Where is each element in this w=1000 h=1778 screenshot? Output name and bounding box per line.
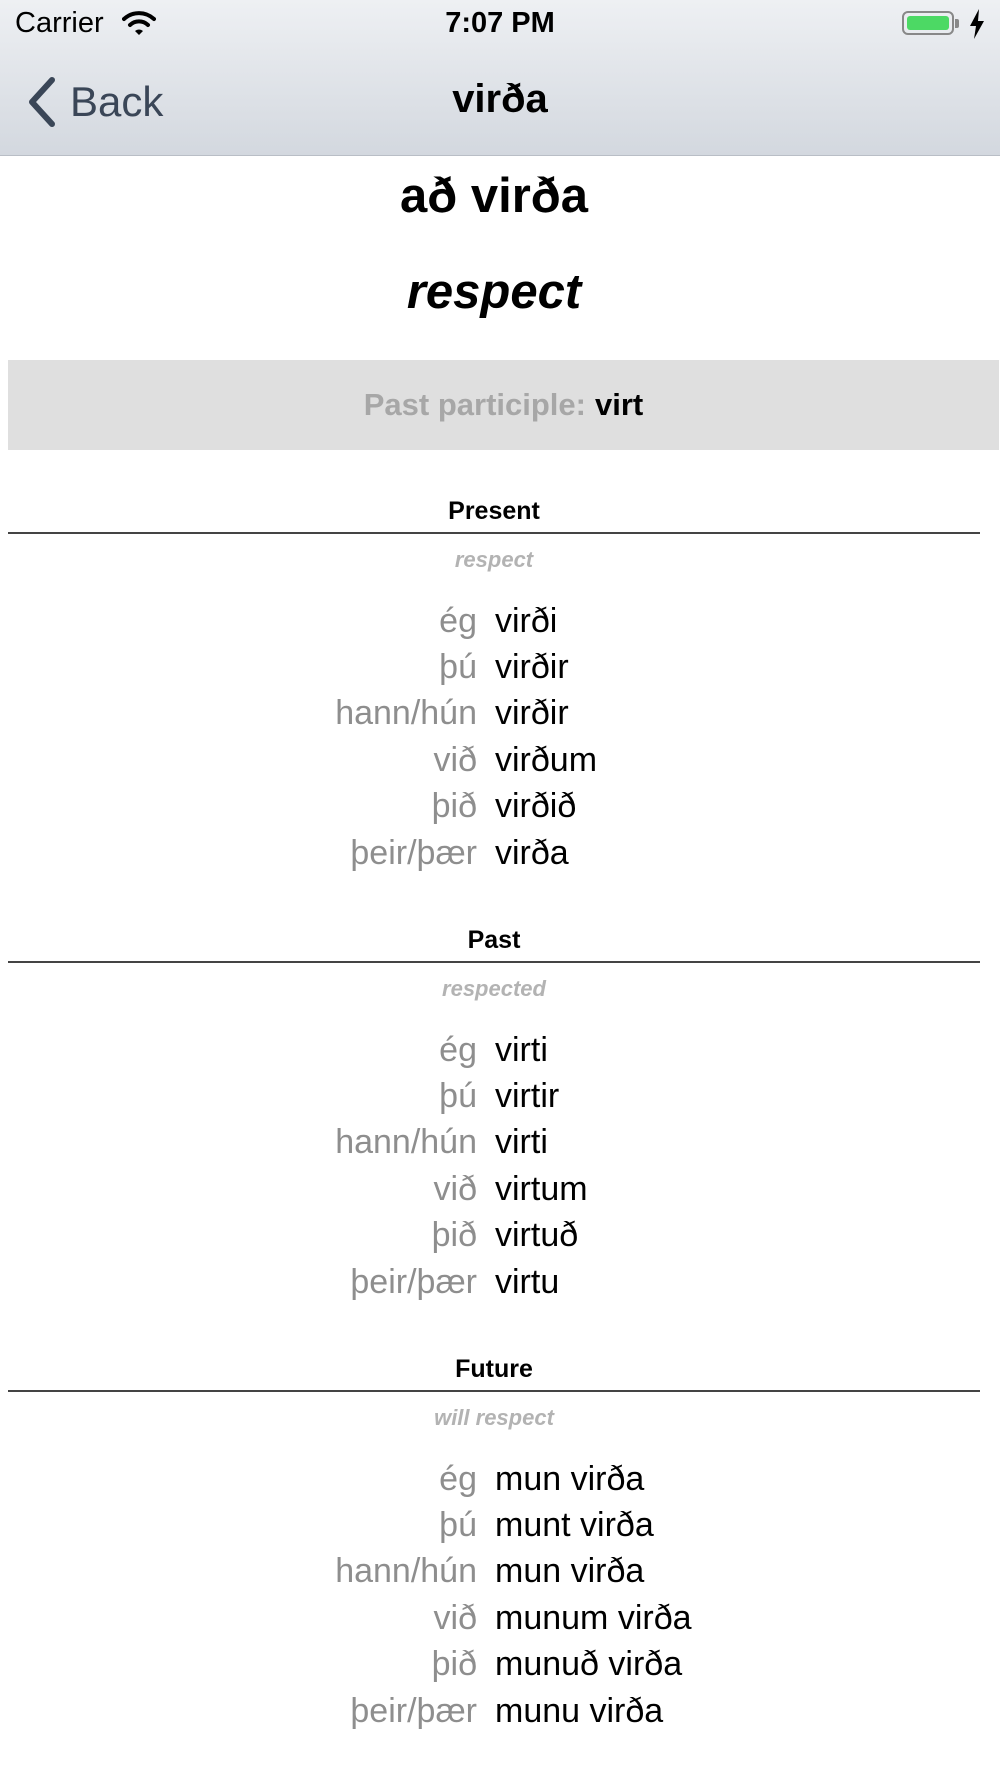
pronoun: við bbox=[433, 740, 477, 779]
pronoun: þeir/þær bbox=[350, 1262, 477, 1301]
conjugation-row: þeir/þær virða bbox=[0, 830, 1000, 876]
pronoun: þeir/þær bbox=[350, 833, 477, 872]
battery-level bbox=[907, 16, 949, 30]
verb-form: virðir bbox=[495, 648, 569, 687]
pronoun: við bbox=[433, 1598, 477, 1637]
past-participle-label: Past participle: bbox=[363, 387, 586, 422]
verb-form: virtu bbox=[495, 1262, 560, 1301]
charging-bolt-icon bbox=[970, 9, 984, 39]
verb-form: virtir bbox=[495, 1077, 560, 1116]
verb-form: mun virða bbox=[495, 1459, 645, 1498]
verb-form: virti bbox=[495, 1030, 548, 1069]
verb-form: virtuð bbox=[495, 1216, 579, 1255]
verb-translation: respect bbox=[406, 265, 582, 319]
conjugation-row: ég virti bbox=[0, 1027, 1000, 1073]
tense-divider bbox=[8, 532, 980, 534]
verb-form: munt virða bbox=[495, 1506, 654, 1545]
tense-divider bbox=[8, 961, 980, 963]
conjugation-row: hann/hún mun virða bbox=[0, 1549, 1000, 1595]
pronoun: þeir/þær bbox=[350, 1691, 477, 1730]
pronoun: hann/hún bbox=[335, 1552, 477, 1591]
pronoun: þú bbox=[439, 648, 477, 687]
verb-form: virða bbox=[495, 833, 569, 872]
pronoun: þið bbox=[431, 787, 477, 826]
pronoun: við bbox=[433, 1169, 477, 1208]
conjugation-row: við munum virða bbox=[0, 1595, 1000, 1641]
verb-form: munum virða bbox=[495, 1598, 692, 1637]
verb-infinitive: að virða bbox=[400, 169, 588, 223]
pronoun: þú bbox=[439, 1077, 477, 1116]
tense-gloss: respected bbox=[442, 976, 546, 1001]
conjugation-row: þú virtir bbox=[0, 1073, 1000, 1119]
verb-form: virti bbox=[495, 1123, 548, 1162]
pronoun: ég bbox=[439, 1459, 477, 1498]
navigation-bar: Back virða bbox=[0, 50, 1000, 155]
past-participle-value: virt bbox=[595, 387, 644, 422]
conjugation-list: ég virti þú virtir hann/hún virti við virtum… bbox=[0, 1027, 1000, 1305]
conjugation-row: þú virðir bbox=[0, 644, 1000, 690]
verb-form: virðir bbox=[495, 694, 569, 733]
verb-form: mun virða bbox=[495, 1552, 645, 1591]
top-bar: Carrier 7:07 PM Back virða bbox=[0, 0, 1000, 156]
conjugation-row: hann/hún virti bbox=[0, 1120, 1000, 1166]
battery-nub bbox=[955, 19, 959, 28]
conjugation-list: ég virði þú virðir hann/hún virðir við virðu… bbox=[0, 598, 1000, 876]
conjugation-row: þið virðið bbox=[0, 784, 1000, 830]
status-bar: Carrier 7:07 PM bbox=[0, 0, 1000, 50]
pronoun: ég bbox=[439, 1030, 477, 1069]
conjugation-row: þið munuð virða bbox=[0, 1642, 1000, 1688]
conjugation-row: þið virtuð bbox=[0, 1213, 1000, 1259]
tense-title: Past bbox=[467, 926, 521, 954]
conjugation-row: hann/hún virðir bbox=[0, 691, 1000, 737]
tense-divider bbox=[8, 1390, 980, 1392]
tense-title: Present bbox=[448, 497, 540, 525]
conjugation-row: ég virði bbox=[0, 598, 1000, 644]
verb-form: virðum bbox=[495, 740, 598, 779]
conjugation-row: ég mun virða bbox=[0, 1456, 1000, 1502]
battery-icon bbox=[902, 11, 954, 35]
verb-form: munu virða bbox=[495, 1691, 664, 1730]
conjugation-row: við virtum bbox=[0, 1166, 1000, 1212]
pronoun: þið bbox=[431, 1645, 477, 1684]
past-participle-box: Past participle: virt bbox=[8, 360, 999, 450]
tense-gloss: respect bbox=[454, 547, 534, 572]
verb-form: virði bbox=[495, 601, 558, 640]
pronoun: þú bbox=[439, 1506, 477, 1545]
status-time: 7:07 PM bbox=[445, 7, 555, 39]
conjugation-row: þeir/þær munu virða bbox=[0, 1688, 1000, 1734]
verb-form: virðið bbox=[495, 787, 577, 826]
conjugation-row: þeir/þær virtu bbox=[0, 1259, 1000, 1305]
pronoun: þið bbox=[431, 1216, 477, 1255]
pronoun: hann/hún bbox=[335, 694, 477, 733]
tense-gloss: will respect bbox=[434, 1405, 554, 1430]
conjugation-list: ég mun virða þú munt virða hann/hún mun vir… bbox=[0, 1456, 1000, 1734]
tense-title: Future bbox=[455, 1355, 533, 1383]
conjugation-row: þú munt virða bbox=[0, 1502, 1000, 1548]
pronoun: hann/hún bbox=[335, 1123, 477, 1162]
nav-title: virða bbox=[452, 77, 548, 121]
conjugation-row: við virðum bbox=[0, 737, 1000, 783]
verb-form: munuð virða bbox=[495, 1645, 683, 1684]
verb-form: virtum bbox=[495, 1169, 588, 1208]
pronoun: ég bbox=[439, 601, 477, 640]
